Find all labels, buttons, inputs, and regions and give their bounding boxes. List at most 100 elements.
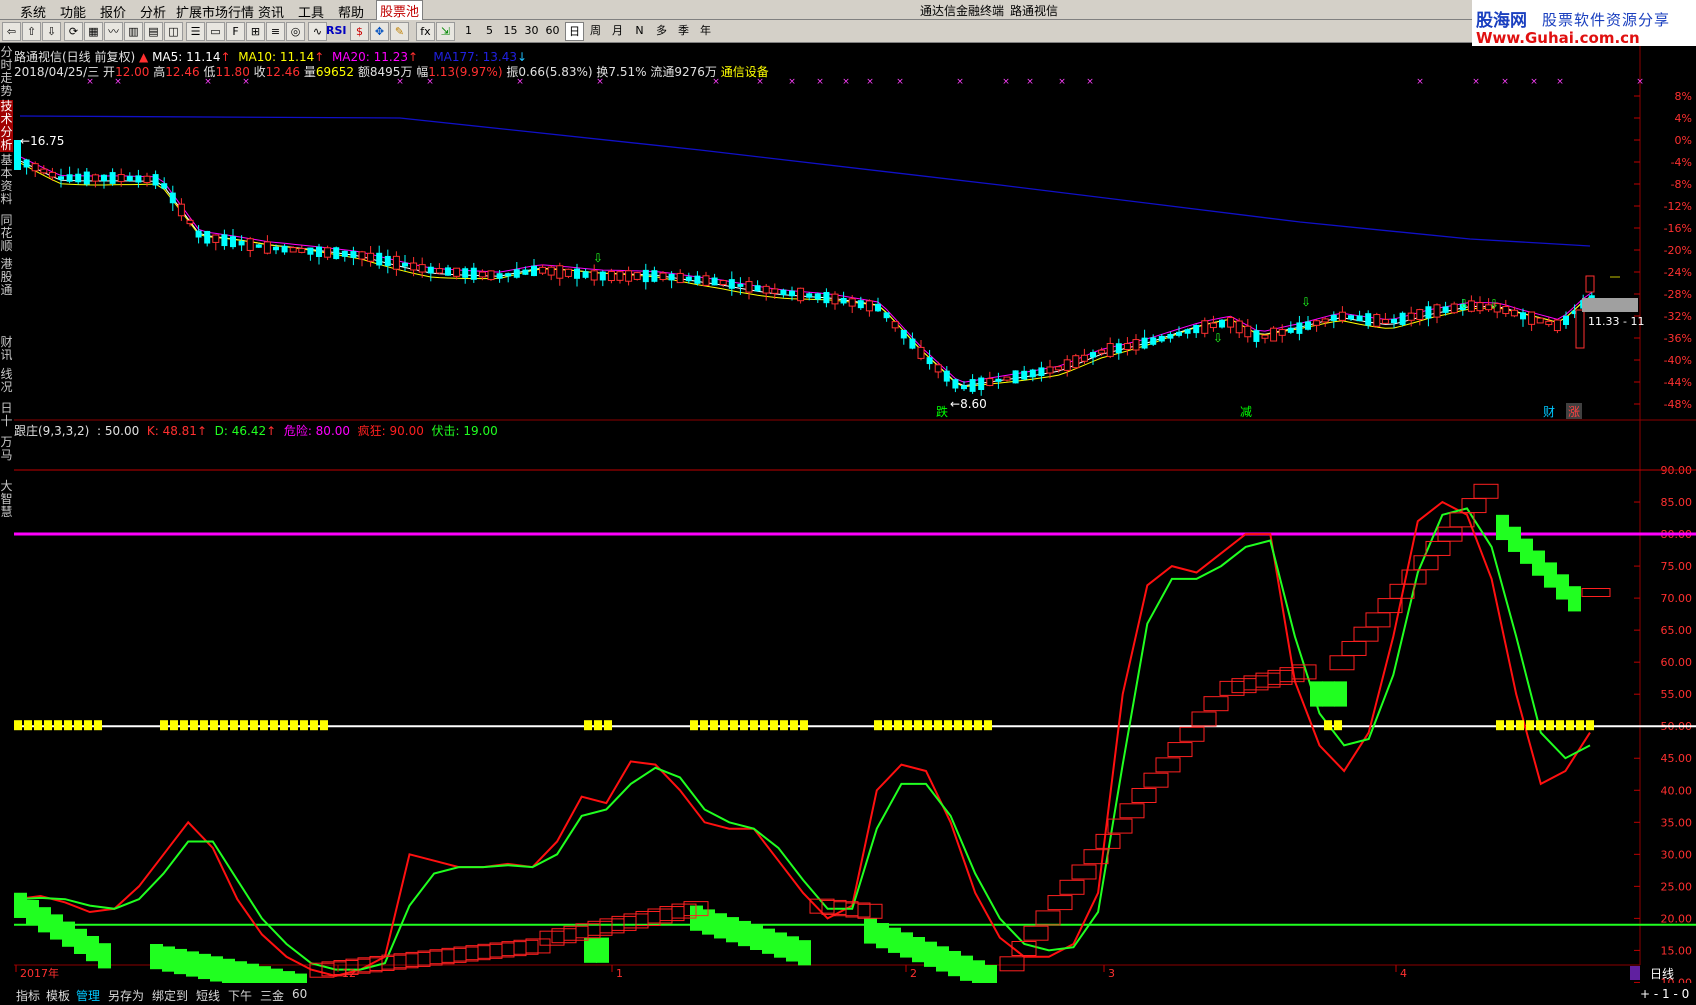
candle-body-up xyxy=(1244,325,1252,338)
scroll-thumb xyxy=(1630,966,1640,980)
candle-body-down xyxy=(1029,369,1036,378)
yellow-signal-square xyxy=(594,720,602,731)
candle-body-down xyxy=(857,300,864,309)
bear-block xyxy=(984,964,997,985)
yellow-signal-square xyxy=(34,720,42,731)
top-x-mark: × xyxy=(896,77,904,87)
status-tab-indicator[interactable]: 指标 xyxy=(16,987,40,1004)
bear-block xyxy=(750,924,763,950)
candle-body-down xyxy=(273,246,279,251)
status-tab-sanjin[interactable]: 三金 xyxy=(260,987,284,1004)
price-max-label: ←16.75 xyxy=(20,134,64,148)
candle-body-down xyxy=(1158,335,1165,342)
candle-body-down xyxy=(883,312,890,319)
top-x-mark: × xyxy=(1530,77,1538,87)
pct-tick-label: 8% xyxy=(1675,90,1692,103)
d-up-arrow: ↑ xyxy=(266,424,277,438)
bear-block xyxy=(1532,550,1545,576)
time-tick-label: 12 xyxy=(342,967,356,980)
yellow-signal-square xyxy=(884,720,892,731)
status-tab-60[interactable]: 60 xyxy=(292,987,307,1001)
stock-title: 路通视信(日线 前复权) xyxy=(14,50,136,64)
candle-body-down xyxy=(961,385,967,390)
ind-tick-label: 15.00 xyxy=(1661,944,1693,957)
candle-body-down xyxy=(1330,314,1337,321)
candle-body-up xyxy=(31,163,39,172)
candle-body-down xyxy=(445,267,451,276)
status-tab-afternoon[interactable]: 下午 xyxy=(228,987,252,1004)
candle-body-up xyxy=(263,241,271,254)
indicator-value: : 50.00 xyxy=(97,424,140,438)
yellow-signal-square xyxy=(54,720,62,731)
bear-block xyxy=(972,960,985,985)
yellow-signal-square xyxy=(944,720,952,731)
status-tab-saveas[interactable]: 另存为 xyxy=(108,987,144,1004)
bear-block xyxy=(1496,514,1509,541)
candle-body-up xyxy=(633,272,641,280)
ind-tick-label: 70.00 xyxy=(1661,592,1693,605)
yellow-signal-square xyxy=(170,720,178,731)
down-arrow-icon: ⇩ xyxy=(1489,297,1499,311)
status-tab-bind[interactable]: 绑定到 xyxy=(152,987,188,1004)
ma5-arrow-icon: ▲ xyxy=(139,50,149,64)
status-tab-manage[interactable]: 管理 xyxy=(76,987,100,1004)
candle-body-up xyxy=(1080,354,1088,362)
candle-body-down xyxy=(58,176,64,180)
candle-body-up xyxy=(418,264,426,273)
candle-body-up xyxy=(435,268,443,274)
status-tab-shortline[interactable]: 短线 xyxy=(196,987,220,1004)
high-key: 高 xyxy=(153,65,166,79)
yellow-signal-square xyxy=(1566,720,1574,731)
candle-body-down xyxy=(926,357,933,365)
candle-body-down xyxy=(1090,352,1096,358)
chart-area[interactable]: 8% 4% 0% -4% -8% -12% -16% -20% -24% -28% -32% -36%… xyxy=(0,0,1696,985)
candle-body-down xyxy=(737,283,744,287)
event-label-reduce: 减 xyxy=(1240,405,1252,419)
indicator-name[interactable]: 跟庄(9,3,3,2) xyxy=(14,424,89,438)
candle-body-up xyxy=(848,298,856,307)
top-x-mark: × xyxy=(1472,77,1480,87)
top-x-mark: × xyxy=(1501,77,1509,87)
candle-body-down xyxy=(1296,322,1303,334)
bear-block xyxy=(86,935,99,962)
candle-body-up xyxy=(1132,339,1140,351)
candle-body-up xyxy=(1209,322,1217,329)
bear-block xyxy=(26,899,39,926)
bear-block xyxy=(234,961,247,985)
candle-body-down xyxy=(711,277,718,286)
candle-body-down xyxy=(814,293,821,300)
candle-body-down xyxy=(574,268,580,279)
candle-body-down xyxy=(255,244,262,248)
bear-block xyxy=(786,936,799,962)
candle-body-down xyxy=(505,273,512,277)
bear-block xyxy=(900,932,913,958)
candle-body-down xyxy=(823,291,830,304)
candle-body-down xyxy=(402,262,408,267)
d-value-label: D: 46.42 xyxy=(214,424,267,438)
candle-body-up xyxy=(659,272,667,281)
bear-block xyxy=(798,940,811,966)
bear-block xyxy=(762,928,775,954)
top-x-mark: × xyxy=(866,77,874,87)
ind-tick-label: 30.00 xyxy=(1661,848,1693,861)
candle-body-down xyxy=(316,246,322,258)
candle-body-down xyxy=(83,171,90,185)
candle-body-up xyxy=(1235,320,1243,334)
candle-body-down xyxy=(496,273,503,279)
pager-controls[interactable]: + - 1 - 0 xyxy=(1640,987,1689,1001)
status-tab-template[interactable]: 模板 xyxy=(46,987,70,1004)
time-tick-label: 4 xyxy=(1400,967,1407,980)
candle-body-up xyxy=(1381,319,1389,324)
yellow-signal-square xyxy=(954,720,962,731)
yellow-signal-square xyxy=(160,720,168,731)
candle-body-up xyxy=(745,281,753,293)
yellow-signal-square xyxy=(230,720,238,731)
danger-label: 危险: 80.00 xyxy=(283,424,351,438)
candle-body-up xyxy=(1270,327,1278,342)
crazy-label: 疯狂: 90.00 xyxy=(357,424,424,438)
candle-body-up xyxy=(40,168,48,174)
candle-body-up xyxy=(1063,359,1071,371)
candle-body-down xyxy=(685,276,692,282)
candle-body-down xyxy=(995,378,1002,382)
candle-body-down xyxy=(1176,331,1182,336)
